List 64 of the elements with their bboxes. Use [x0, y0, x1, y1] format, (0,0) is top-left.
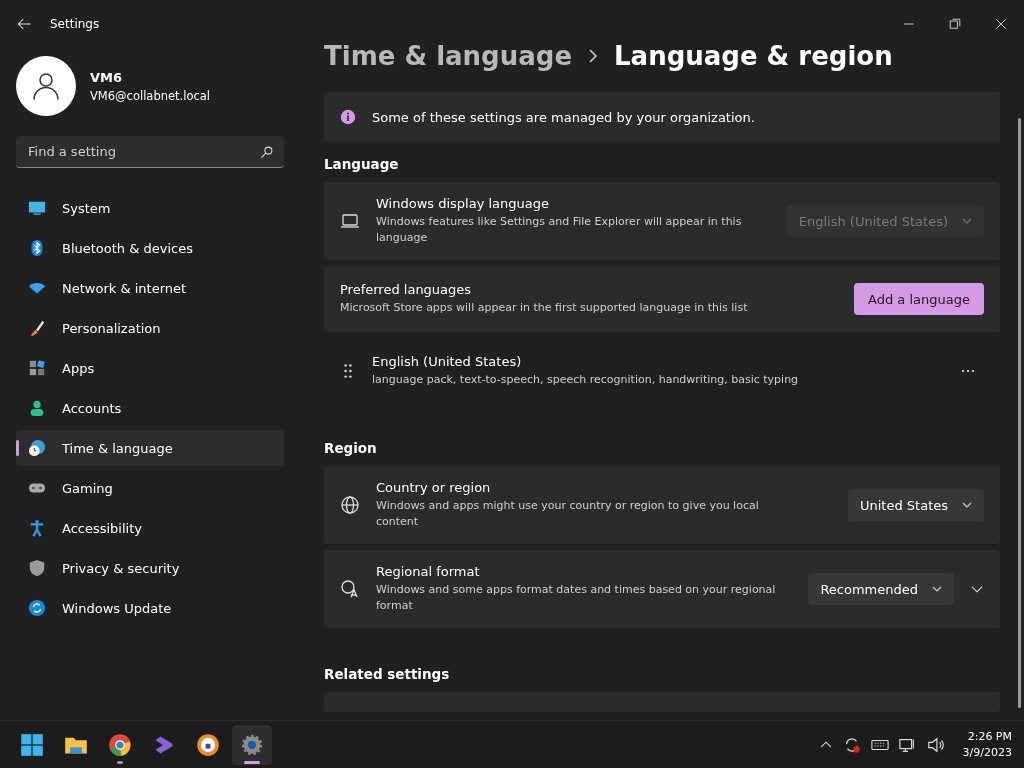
search-icon: [260, 144, 274, 159]
banner-text: Some of these settings are managed by your organization.: [372, 109, 755, 125]
restore-icon: [949, 18, 961, 30]
clock-time[interactable]: 2:26 PM: [967, 730, 1012, 743]
region-dropdown[interactable]: Recommended: [808, 573, 954, 605]
sidebar-item[interactable]: Windows Update: [16, 590, 284, 626]
accessibility-icon: [28, 519, 46, 537]
chevron-down-icon: [932, 584, 942, 594]
lock-circle-icon[interactable]: [196, 732, 220, 757]
brush-icon: [28, 319, 46, 337]
close-icon: [995, 18, 1007, 30]
back-icon[interactable]: [16, 16, 32, 32]
sidebar-item[interactable]: Gaming: [16, 470, 284, 506]
sidebar-item[interactable]: Time & language: [16, 430, 284, 466]
language-features: language pack, text-to-speech, speech recognition, handwriting, basic typing: [372, 372, 800, 388]
person-icon: [28, 399, 46, 417]
clock-globe-icon: [28, 439, 46, 457]
page-title: Language & region: [614, 41, 893, 71]
sidebar-item[interactable]: System: [16, 190, 284, 226]
taskbar-app[interactable]: [232, 724, 272, 765]
setting-title: Regional format: [376, 564, 481, 579]
sidebar-item[interactable]: Personalization: [16, 310, 284, 346]
language-name: English (United States): [372, 354, 523, 369]
volume-icon[interactable]: [926, 735, 945, 754]
sidebar-item[interactable]: Apps: [16, 350, 284, 386]
section-heading: Language: [324, 156, 400, 172]
globe-icon: [340, 495, 360, 515]
window-title: Settings: [50, 17, 100, 31]
search-box[interactable]: Find a setting: [16, 136, 284, 168]
sidebar-item[interactable]: Accessibility: [16, 510, 284, 546]
sidebar-item[interactable]: Accounts: [16, 390, 284, 426]
clock-date[interactable]: 3/9/2023: [962, 746, 1012, 759]
chevron-down-icon: [962, 216, 972, 226]
region-dropdown[interactable]: United States: [847, 489, 984, 521]
setting-description: Windows and apps might use your country or region to give you local content: [376, 498, 760, 530]
section-heading: Related settings: [324, 666, 451, 682]
setting-title: Preferred languages: [340, 282, 473, 297]
apps-icon: [28, 359, 46, 377]
setting-description: Windows features like Settings and File Explorer will appear in this language: [376, 214, 743, 246]
info-icon: [340, 109, 356, 125]
language-format-icon: [340, 579, 360, 599]
gear-icon[interactable]: [240, 732, 264, 757]
add-language-button[interactable]: Add a language: [854, 283, 984, 315]
shield-icon: [28, 559, 46, 577]
section-heading: Region: [324, 440, 378, 456]
start-icon[interactable]: [20, 732, 44, 757]
chevron-down-icon: [962, 500, 972, 510]
update-icon: [28, 599, 46, 617]
person-icon: [31, 71, 61, 101]
sidebar-item[interactable]: Bluetooth & devices: [16, 230, 284, 266]
setting-title: Windows display language: [376, 196, 550, 211]
breadcrumb-link[interactable]: Time & language: [324, 41, 573, 71]
search-field[interactable]: Find a setting: [26, 143, 260, 160]
user-email: VM6@collabnet.local: [90, 88, 211, 103]
laptop-icon: [340, 211, 360, 231]
user-name: VM6: [90, 69, 124, 85]
sidebar-item[interactable]: Network & internet: [16, 270, 284, 306]
browser-icon[interactable]: [108, 732, 132, 757]
setting-title: Country or region: [376, 480, 492, 495]
sidebar-item[interactable]: Privacy & security: [16, 550, 284, 586]
setting-description: Windows and some apps format dates and times based on your regional format: [376, 582, 776, 614]
monitor-icon: [28, 199, 46, 217]
setting-description: Microsoft Store apps will appear in the first supported language in this list: [340, 300, 749, 316]
chevron-right-icon: [588, 49, 599, 63]
